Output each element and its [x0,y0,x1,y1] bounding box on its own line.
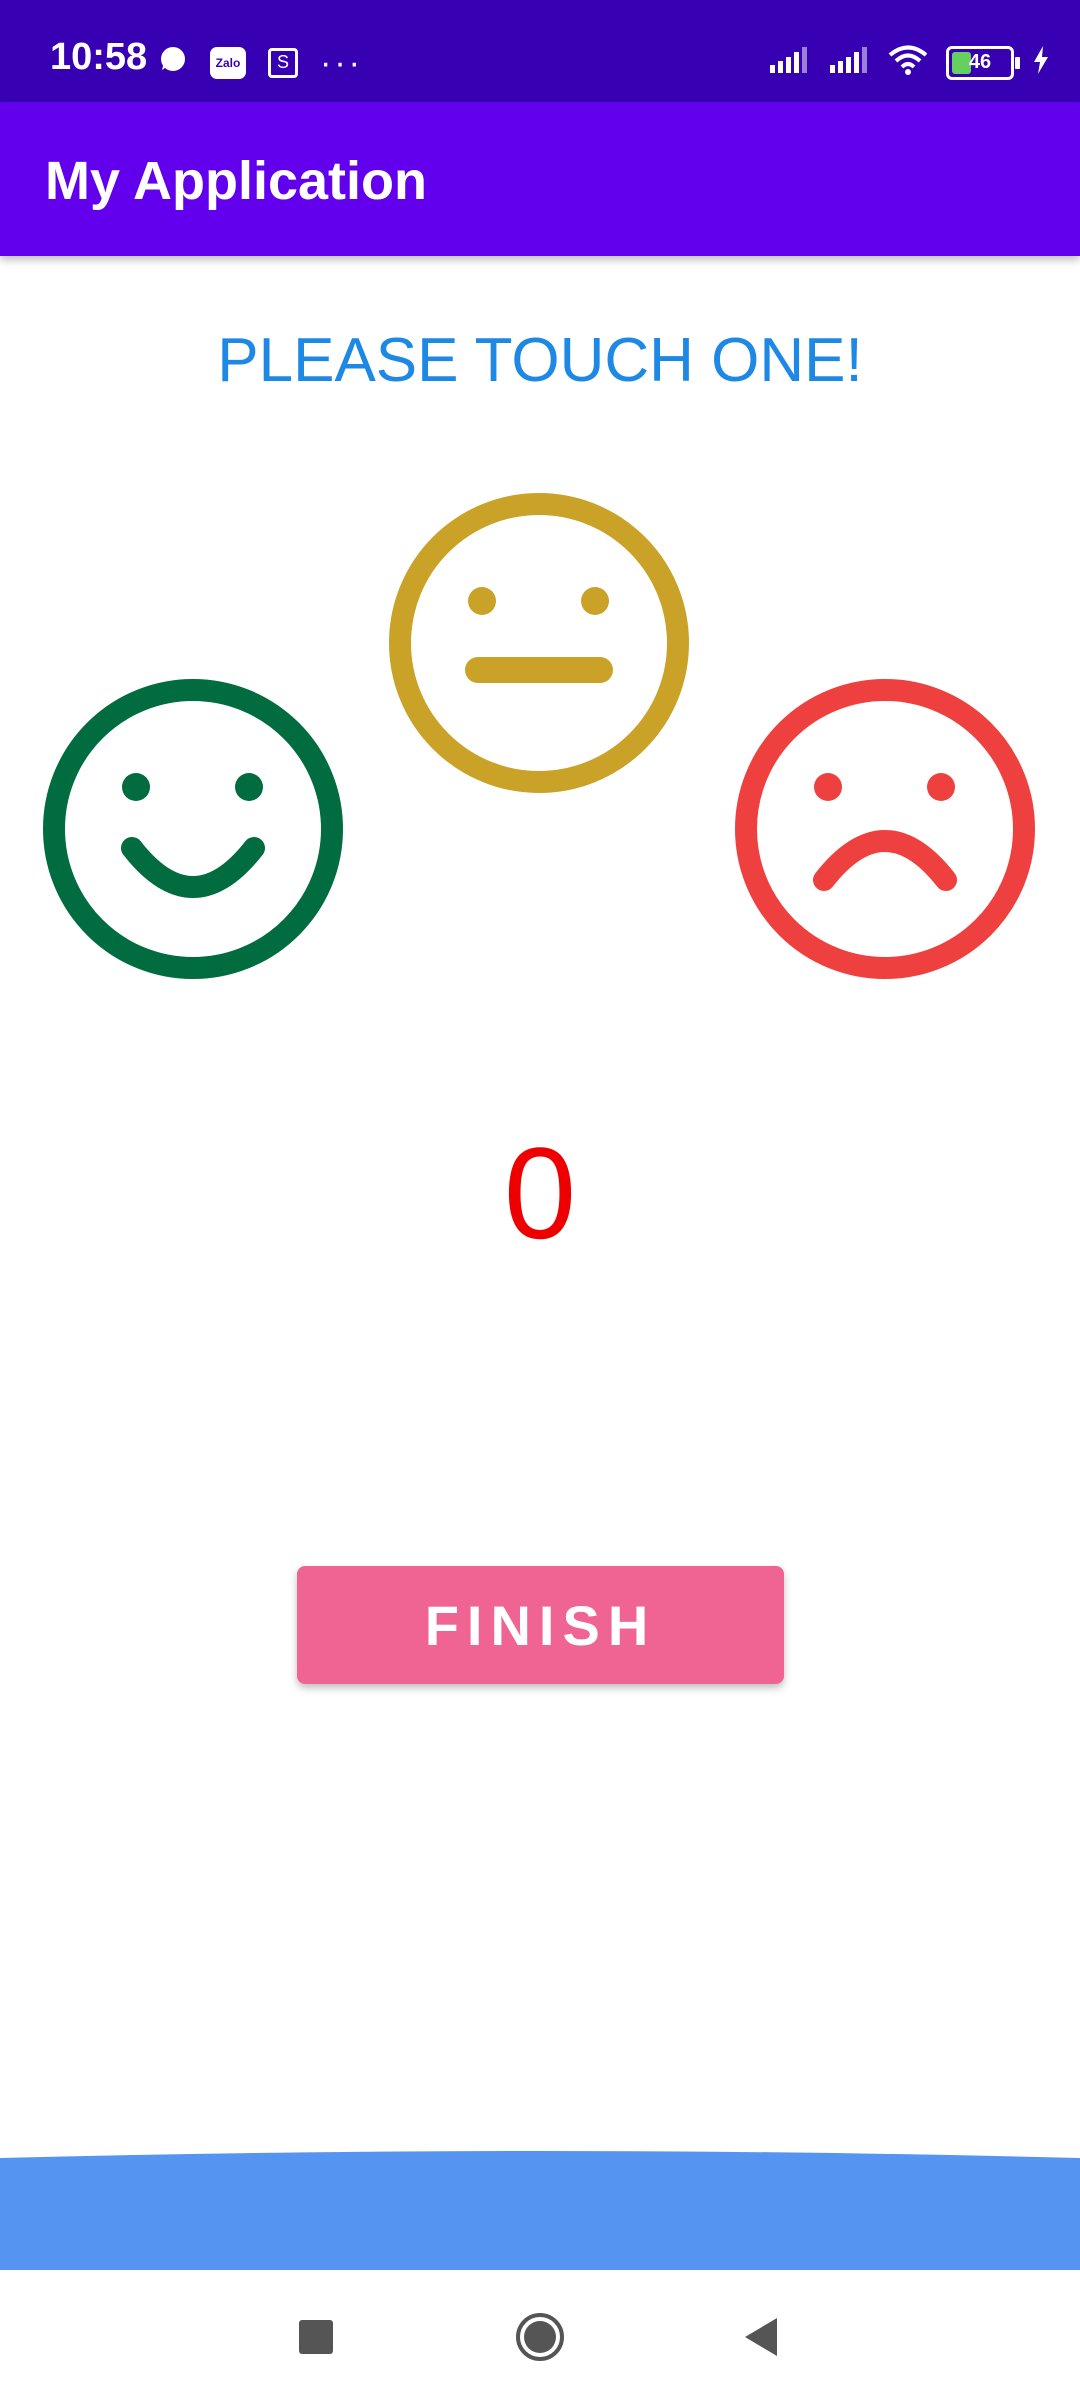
more-dots-icon: ··· [320,43,363,82]
smiley-face-icon [43,679,343,979]
battery-icon: 46 [946,45,1020,80]
notification-icons: Zalo S ··· [158,43,363,82]
signal-icon-1 [768,45,810,80]
s-app-icon: S [268,47,298,78]
app-title: My Application [45,151,428,211]
system-icons: 46 [768,44,1050,81]
happy-face-button[interactable] [40,676,346,982]
status-time: 10:58 [50,36,148,78]
prompt-text: PLEASE TOUCH ONE! [217,326,863,395]
charging-icon [1032,45,1050,80]
neutral-face-button[interactable] [386,490,692,796]
finish-button[interactable]: FINISH [297,1566,784,1684]
home-circle-icon[interactable] [513,2310,567,2364]
bottom-banner [0,2151,1080,2270]
sad-face-icon [735,679,1035,979]
app-bar: My Application [0,102,1080,256]
navigation-bar [0,2270,1080,2400]
chat-bubble-icon [158,46,188,79]
wifi-icon [888,44,928,81]
sad-face-button[interactable] [732,676,1038,982]
signal-icon-2 [828,45,870,80]
touch-counter: 0 [503,1120,577,1266]
finish-button-label: FINISH [424,1593,657,1657]
recents-square-icon[interactable] [289,2310,343,2364]
status-bar: 10:58 Zalo S ··· 46 [0,0,1080,102]
back-triangle-icon[interactable] [737,2310,791,2364]
zalo-icon: Zalo [210,46,246,79]
neutral-face-icon [389,493,689,793]
